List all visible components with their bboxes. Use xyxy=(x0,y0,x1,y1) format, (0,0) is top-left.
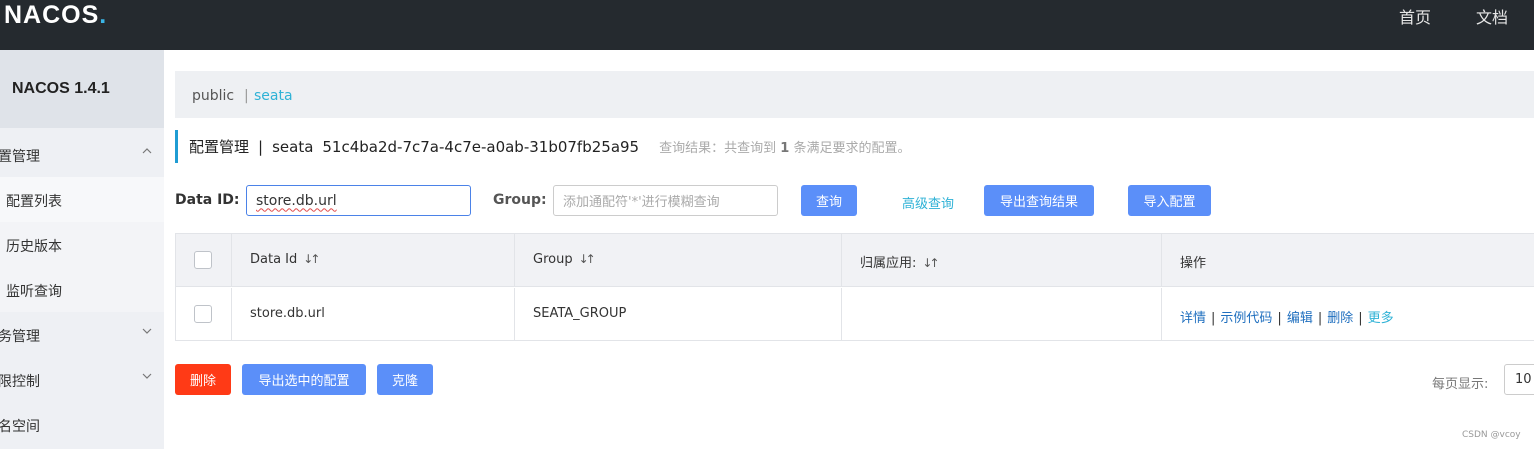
header-group[interactable]: Group ↓↑ xyxy=(515,234,842,286)
sidebar-brand: NACOS 1.4.1 xyxy=(0,50,164,128)
sidebar-item-listener-query[interactable]: 监听查询 xyxy=(0,267,164,312)
namespace-public-link[interactable]: public xyxy=(192,88,234,104)
table-row: store.db.url SEATA_GROUP 详情 | 示例代码 | 编辑 | 删除 | 更… xyxy=(176,288,1534,341)
table-header: Data Id ↓↑ Group ↓↑ 归属应用: ↓↑ 操作 xyxy=(176,234,1534,287)
detail-link[interactable]: 详情 xyxy=(1180,311,1206,326)
cell-data-id: store.db.url xyxy=(232,288,515,340)
export-selected-button[interactable]: 导出选中的配置 xyxy=(242,364,366,395)
namespace-name: seata xyxy=(272,137,314,156)
title-separator: | xyxy=(258,137,264,156)
result-count: 1 xyxy=(780,141,790,156)
nav-home-link[interactable]: 首页 xyxy=(1399,4,1431,28)
data-id-value: store.db.url xyxy=(256,192,337,209)
import-config-button[interactable]: 导入配置 xyxy=(1128,185,1211,216)
chevron-down-icon xyxy=(142,373,152,379)
watermark: CSDN @vcoy xyxy=(1462,430,1521,440)
sort-icon[interactable]: ↓↑ xyxy=(922,256,939,270)
select-all-checkbox[interactable] xyxy=(194,251,212,269)
header-data-id[interactable]: Data Id ↓↑ xyxy=(232,234,515,286)
group-input[interactable]: 添加通配符'*'进行模糊查询 xyxy=(553,185,778,216)
header-app[interactable]: 归属应用: ↓↑ xyxy=(842,234,1162,286)
data-id-value: store.db.url xyxy=(250,306,325,321)
sidebar-item-history[interactable]: 历史版本 xyxy=(0,222,164,267)
group-placeholder: 添加通配符'*'进行模糊查询 xyxy=(563,195,720,210)
column-label: 操作 xyxy=(1180,256,1207,271)
cell-group: SEATA_GROUP xyxy=(515,288,842,340)
namespace-separator: | xyxy=(244,88,249,104)
data-id-input[interactable]: store.db.url xyxy=(246,185,471,216)
column-label: 归属应用: xyxy=(860,256,917,271)
logo-text: NACOS xyxy=(4,0,100,29)
namespace-seata-link[interactable]: seata xyxy=(254,88,293,104)
result-prefix: 查询结果：共查询到 xyxy=(659,141,777,156)
advanced-query-link[interactable]: 高级查询 xyxy=(902,193,954,212)
header-checkbox-cell xyxy=(176,234,232,286)
clone-button[interactable]: 克隆 xyxy=(377,364,433,395)
version-label: NACOS 1.4.1 xyxy=(12,80,110,97)
nav-docs-link[interactable]: 文档 xyxy=(1476,4,1508,28)
delete-link[interactable]: 删除 xyxy=(1327,311,1353,326)
row-checkbox[interactable] xyxy=(194,305,212,323)
column-label: Group xyxy=(533,252,573,267)
sidebar-item-label: 务管理 xyxy=(0,329,40,345)
cell-actions: 详情 | 示例代码 | 编辑 | 删除 | 更多 xyxy=(1162,288,1534,340)
action-separator: | xyxy=(1211,311,1216,326)
section-title: 配置管理 xyxy=(189,138,250,156)
chevron-down-icon xyxy=(142,328,152,334)
sidebar-item-label: 配置列表 xyxy=(6,194,62,210)
action-separator: | xyxy=(1317,311,1323,326)
sort-icon[interactable]: ↓↑ xyxy=(579,252,596,266)
sidebar-item-label: 名空间 xyxy=(0,419,40,435)
query-button[interactable]: 查询 xyxy=(801,185,857,216)
page-size-select[interactable]: 10 xyxy=(1504,364,1534,395)
namespace-id: 51c4ba2d-7c7a-4c7e-a0ab-31b07fb25a95 xyxy=(322,137,640,156)
logo-dot: . xyxy=(99,0,108,29)
data-id-label: Data ID: xyxy=(175,192,240,208)
sidebar-item-access-control[interactable]: 限控制 xyxy=(0,357,164,402)
row-checkbox-cell xyxy=(176,288,232,340)
group-label: Group: xyxy=(493,192,547,208)
sidebar-item-config-management[interactable]: 置管理 xyxy=(0,132,164,177)
nacos-logo[interactable]: NACOS. xyxy=(4,0,108,29)
config-table: Data Id ↓↑ Group ↓↑ 归属应用: ↓↑ 操作 store.db.ur… xyxy=(175,233,1534,341)
page-size-value: 10 xyxy=(1515,372,1532,387)
action-separator: | xyxy=(1358,311,1363,326)
cell-app xyxy=(842,288,1162,340)
page-title: 配置管理 | seata 51c4ba2d-7c7a-4c7e-a0ab-31b… xyxy=(175,130,910,163)
sidebar: NACOS 1.4.1 置管理 配置列表 历史版本 监听查询 务管理 限控制 名… xyxy=(0,50,164,449)
delete-button[interactable]: 删除 xyxy=(175,364,231,395)
column-label: Data Id xyxy=(250,252,298,267)
sort-icon[interactable]: ↓↑ xyxy=(303,252,320,266)
sample-code-link[interactable]: 示例代码 xyxy=(1220,311,1272,326)
sidebar-item-namespace[interactable]: 名空间 xyxy=(0,402,164,447)
chevron-up-icon xyxy=(142,148,152,154)
action-separator: | xyxy=(1277,311,1282,326)
export-results-button[interactable]: 导出查询结果 xyxy=(984,185,1094,216)
sidebar-item-service-management[interactable]: 务管理 xyxy=(0,312,164,357)
result-suffix: 条满足要求的配置。 xyxy=(793,141,911,156)
query-result-summary: 查询结果：共查询到 1 条满足要求的配置。 xyxy=(659,137,910,156)
page-size-label: 每页显示: xyxy=(1432,377,1489,392)
sidebar-item-label: 限控制 xyxy=(0,374,40,390)
header-actions: 操作 xyxy=(1162,234,1534,286)
edit-link[interactable]: 编辑 xyxy=(1287,311,1313,326)
namespace-bar: public | seata xyxy=(175,71,1534,118)
sidebar-item-label: 历史版本 xyxy=(6,239,62,255)
sidebar-item-label: 置管理 xyxy=(0,149,40,165)
top-header: NACOS. 首页 文档 xyxy=(0,0,1534,50)
group-value: SEATA_GROUP xyxy=(533,306,627,321)
row-actions: 详情 | 示例代码 | 编辑 | 删除 | 更多 xyxy=(1180,307,1394,326)
sidebar-item-config-list[interactable]: 配置列表 xyxy=(0,177,164,222)
more-link[interactable]: 更多 xyxy=(1368,311,1394,326)
sidebar-item-label: 监听查询 xyxy=(6,284,62,300)
